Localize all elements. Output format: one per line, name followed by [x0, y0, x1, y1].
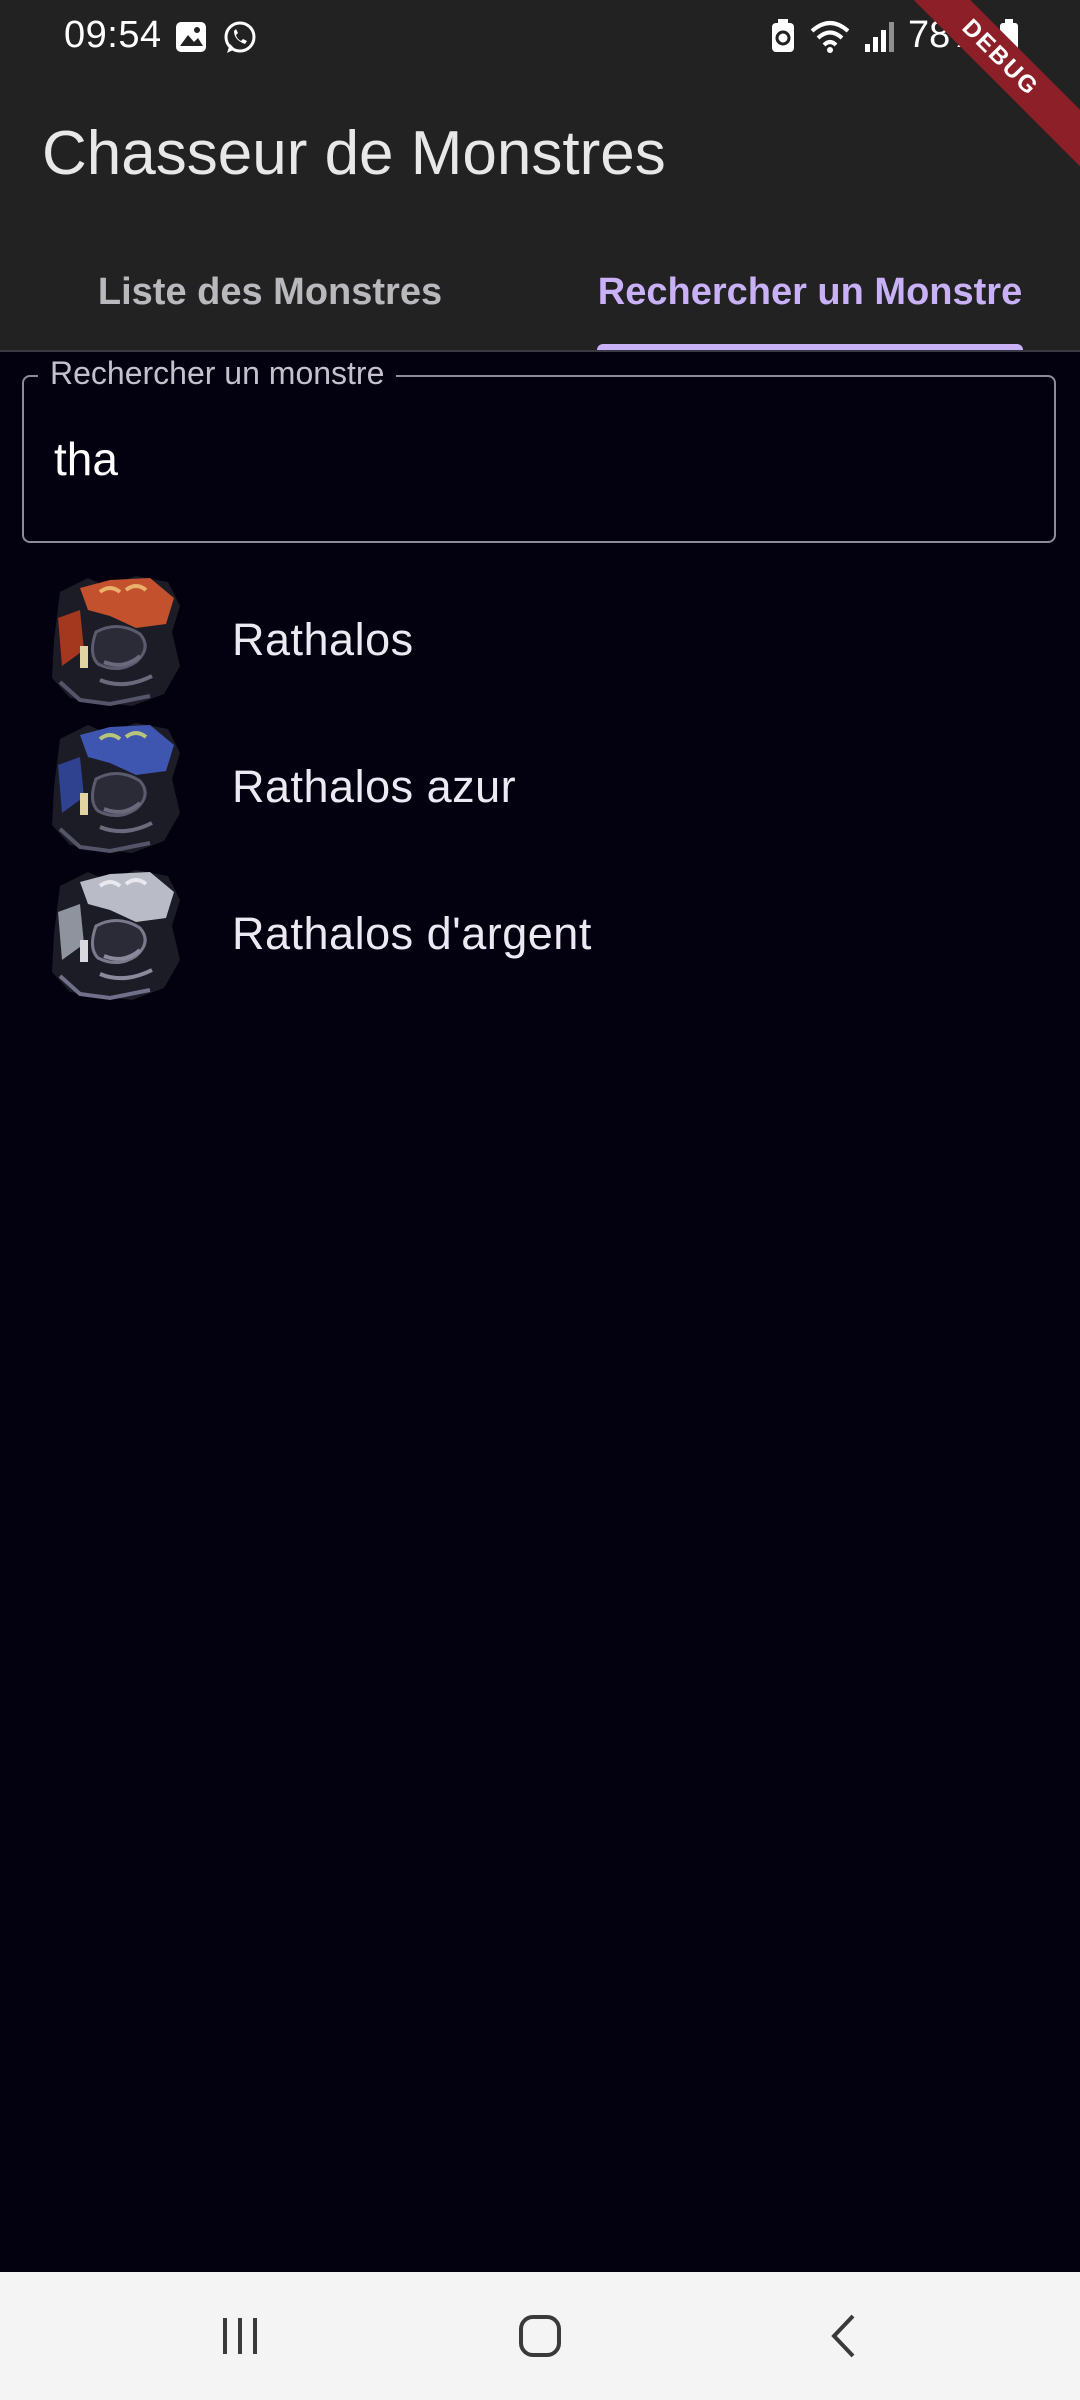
list-item[interactable]: Rathalos d'argent: [0, 860, 1080, 1007]
search-field[interactable]: Rechercher un monstre: [22, 355, 1056, 543]
tab-label: Rechercher un Monstre: [597, 270, 1023, 313]
silver-rathalos-icon: [40, 864, 186, 1004]
tab-search-monster[interactable]: Rechercher un Monstre: [540, 232, 1080, 352]
system-navigation-bar: [0, 2272, 1080, 2400]
list-item[interactable]: Rathalos: [0, 566, 1080, 713]
recent-apps-icon: [220, 2316, 260, 2356]
rathalos-icon: [40, 570, 186, 710]
whatsapp-icon: [222, 20, 258, 56]
tab-bar: Liste des Monstres Rechercher un Monstre: [0, 232, 1080, 352]
home-icon: [518, 2314, 562, 2358]
search-results: Rathalos Rathalos azur Rathalos d'argent: [0, 566, 1080, 1007]
notification-icons: [174, 20, 258, 56]
gallery-icon: [174, 20, 208, 56]
home-button[interactable]: [440, 2272, 640, 2400]
tab-label: Liste des Monstres: [97, 270, 443, 313]
monster-name: Rathalos d'argent: [232, 907, 592, 959]
signal-icon: [864, 20, 894, 52]
back-icon: [829, 2313, 859, 2359]
status-bar: 09:54 78%: [0, 0, 1080, 80]
monster-name: Rathalos azur: [232, 760, 517, 812]
app-header: 09:54 78% DEBUG Chasseur de Monstres Lis…: [0, 0, 1080, 352]
tab-divider: [0, 350, 1080, 352]
recent-apps-button[interactable]: [140, 2272, 340, 2400]
search-label: Rechercher un monstre: [38, 355, 397, 392]
app-title: Chasseur de Monstres: [42, 119, 666, 188]
status-time: 09:54: [64, 14, 162, 56]
wifi-icon: [810, 19, 850, 53]
azure-rathalos-icon: [40, 717, 186, 857]
list-item[interactable]: Rathalos azur: [0, 713, 1080, 860]
battery-saver-icon: [770, 18, 796, 54]
back-button[interactable]: [744, 2272, 944, 2400]
search-input[interactable]: [54, 427, 1014, 491]
monster-name: Rathalos: [232, 613, 414, 665]
tab-monster-list[interactable]: Liste des Monstres: [0, 232, 540, 352]
